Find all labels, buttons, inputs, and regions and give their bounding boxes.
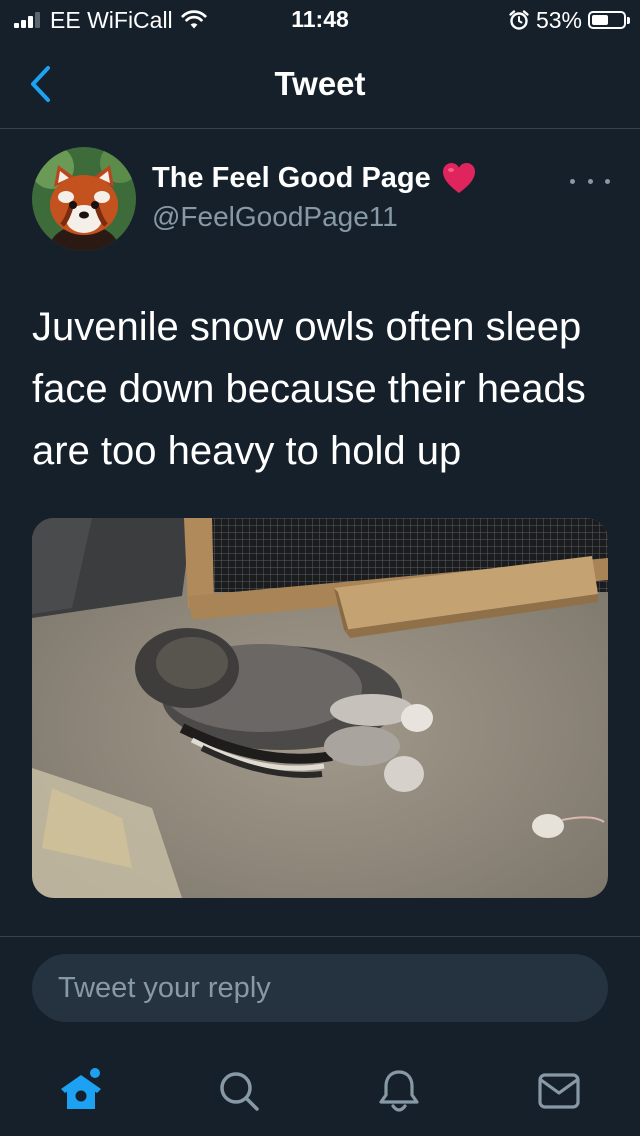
status-right: 53%: [508, 6, 630, 34]
red-panda-avatar-image: [32, 147, 136, 251]
heart-icon: [442, 163, 475, 193]
status-bar: EE WiFiCall 11:48 53%: [0, 0, 640, 40]
tab-bar: [0, 1046, 640, 1136]
nav-bar: Tweet: [0, 40, 640, 129]
more-options-button[interactable]: [570, 169, 610, 193]
tab-home[interactable]: [46, 1056, 116, 1126]
chevron-left-icon: [31, 66, 50, 102]
more-dots-icon: [570, 178, 575, 184]
alarm-icon: [509, 10, 529, 30]
bell-icon: [379, 1070, 419, 1112]
author-name-row[interactable]: The Feel Good Page: [152, 161, 477, 195]
tab-search[interactable]: [204, 1056, 274, 1126]
home-icon: [61, 1068, 101, 1109]
reply-placeholder: Tweet your reply: [58, 972, 271, 1004]
page-title: Tweet: [274, 65, 366, 102]
author-handle[interactable]: @FeelGoodPage11: [152, 201, 398, 233]
search-icon: [220, 1072, 259, 1111]
tab-messages[interactable]: [524, 1056, 594, 1126]
avatar[interactable]: [32, 147, 136, 251]
tweet-header: The Feel Good Page @FeelGoodPage11: [0, 129, 640, 269]
tweet-text: Juvenile snow owls often sleep face down…: [32, 305, 586, 473]
author-name: The Feel Good Page: [152, 161, 431, 194]
divider: [0, 936, 640, 937]
reply-input[interactable]: Tweet your reply: [32, 954, 608, 1022]
battery-percent: 53%: [535, 6, 582, 33]
tweet-photo[interactable]: [32, 518, 608, 898]
back-button[interactable]: [18, 62, 62, 106]
tab-notifications[interactable]: [364, 1056, 434, 1126]
battery-tip: [627, 16, 630, 24]
mail-icon: [538, 1073, 580, 1109]
owl-photo-image: [32, 518, 608, 898]
battery-icon: [588, 11, 626, 29]
battery-level: [592, 15, 608, 25]
tweet-detail-screen: EE WiFiCall 11:48 53% Tweet The Feel Goo…: [0, 0, 640, 1136]
